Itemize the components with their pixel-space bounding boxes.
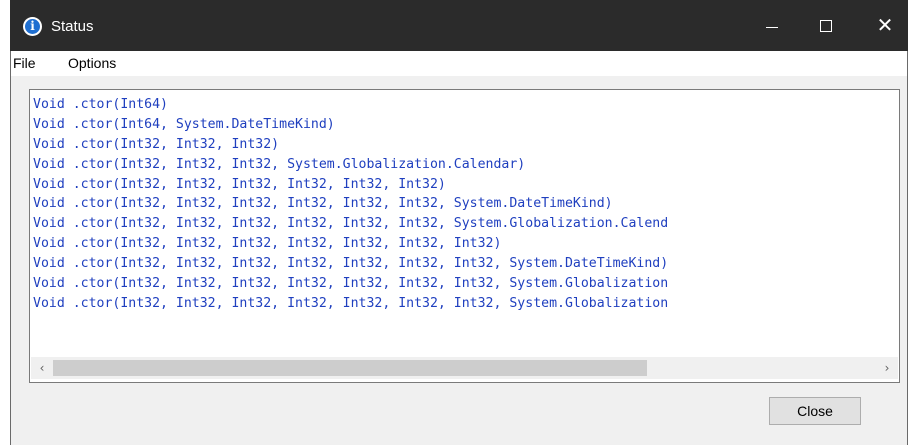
output-line: Void .ctor(Int32, Int32, Int32, Int32, I… <box>33 276 669 292</box>
output-line: Void .ctor(Int64) <box>33 97 168 112</box>
output-line: Void .ctor(Int32, Int32, Int32, Int32, I… <box>33 256 669 272</box>
maximize-button[interactable] <box>803 0 849 51</box>
window-close-button[interactable]: ✕ <box>862 0 908 51</box>
menu-bar: File Options <box>10 51 908 76</box>
close-icon: ✕ <box>876 13 894 37</box>
scrollbar-thumb[interactable] <box>53 360 647 376</box>
minimize-button[interactable] <box>749 0 795 51</box>
window-border-right <box>907 51 908 445</box>
window-title: Status <box>51 18 94 35</box>
output-line: Void .ctor(Int32, Int32, Int32, Int32, I… <box>33 295 669 311</box>
output-line: Void .ctor(Int32, Int32, Int32) <box>33 136 280 152</box>
horizontal-scrollbar[interactable]: ‹ › <box>31 357 898 379</box>
output-textbox[interactable]: Void .ctor(Int64) Void .ctor(Int64, Syst… <box>29 89 900 383</box>
status-window: i Status ✕ File Options Void .ctor(Int64… <box>10 0 908 445</box>
output-line: Void .ctor(Int32, Int32, Int32, Int32, I… <box>33 196 613 212</box>
info-icon: i <box>23 17 42 36</box>
scroll-right-icon[interactable]: › <box>876 357 898 379</box>
output-line: Void .ctor(Int64, System.DateTimeKind) <box>33 116 335 132</box>
output-lines: Void .ctor(Int64) Void .ctor(Int64, Syst… <box>33 95 897 355</box>
window-border-left <box>10 51 11 445</box>
scroll-left-icon[interactable]: ‹ <box>31 357 53 379</box>
output-line: Void .ctor(Int32, Int32, Int32, Int32, I… <box>33 176 446 192</box>
minimize-icon <box>766 27 778 28</box>
title-bar[interactable]: i Status ✕ <box>10 0 908 51</box>
maximize-icon <box>820 20 832 32</box>
output-line: Void .ctor(Int32, Int32, Int32, System.G… <box>33 156 526 172</box>
output-line: Void .ctor(Int32, Int32, Int32, Int32, I… <box>33 236 502 252</box>
close-button[interactable]: Close <box>769 397 861 425</box>
menu-file[interactable]: File <box>13 55 36 72</box>
output-line: Void .ctor(Int32, Int32, Int32, Int32, I… <box>33 216 669 232</box>
menu-options[interactable]: Options <box>68 55 116 72</box>
